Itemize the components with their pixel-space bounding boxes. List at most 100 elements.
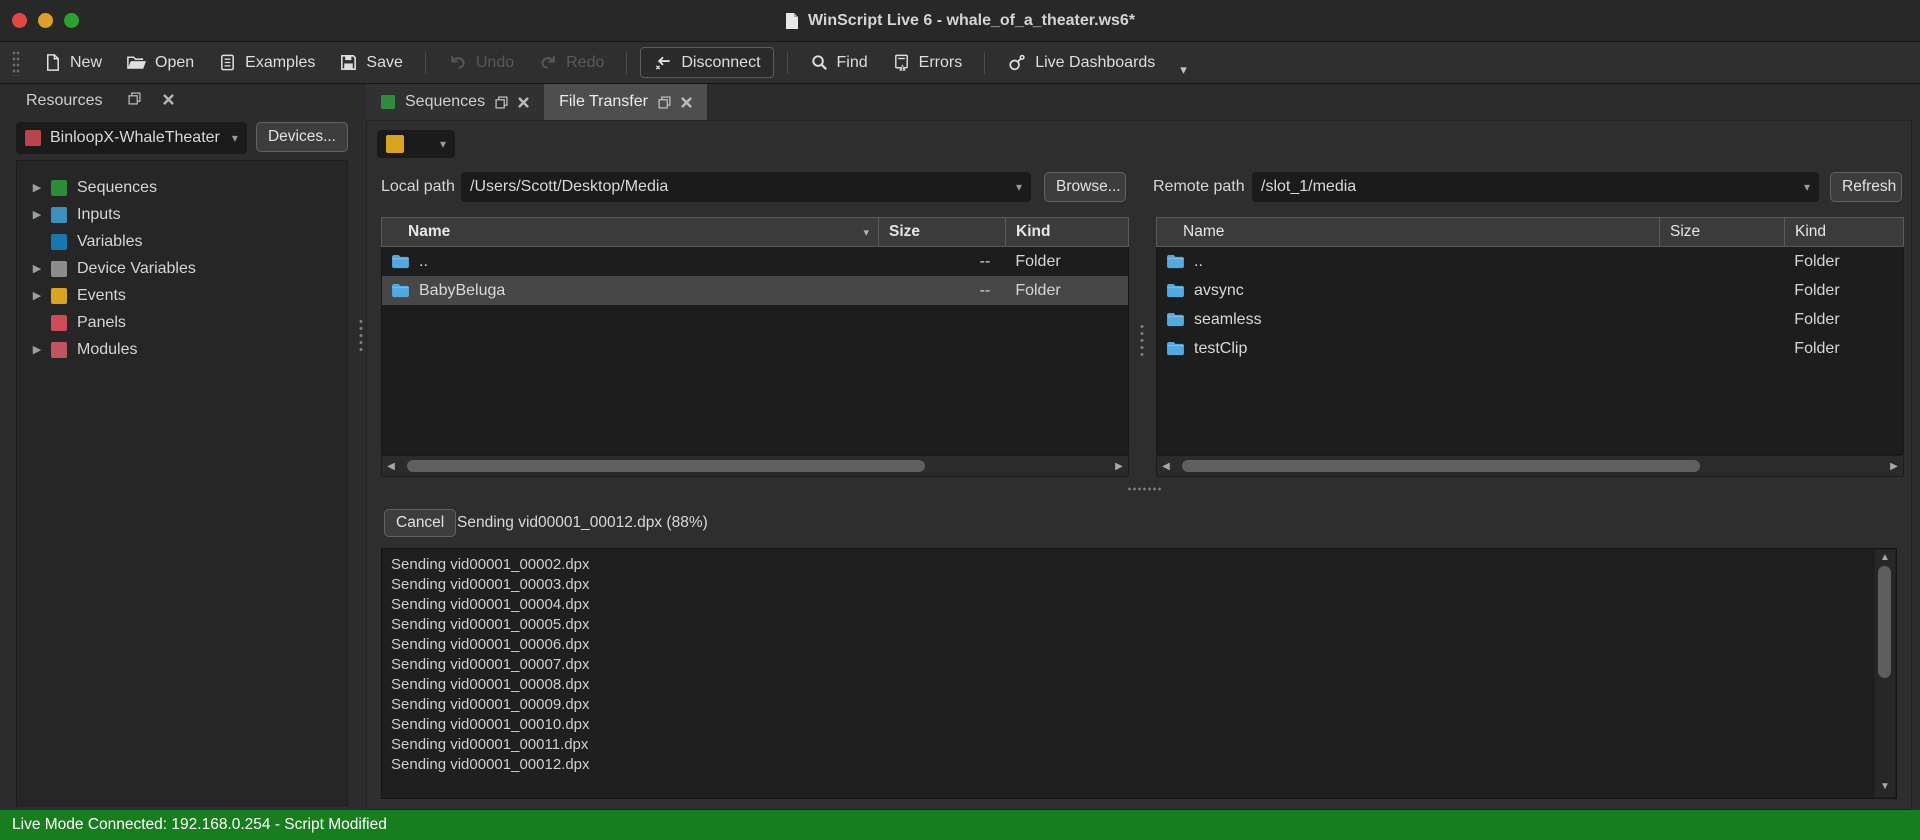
scrollbar-track — [1175, 456, 1885, 476]
file-row[interactable]: seamless Folder — [1157, 305, 1903, 334]
chevron-down-icon: ▾ — [1804, 180, 1810, 194]
file-row[interactable]: avsync Folder — [1157, 276, 1903, 305]
resource-type-icon — [51, 315, 67, 331]
file-row[interactable]: .. -- Folder — [382, 247, 1128, 276]
devices-button[interactable]: Devices... — [256, 122, 348, 152]
scroll-left-icon[interactable]: ◀ — [382, 461, 400, 472]
resources-tree-item[interactable]: ▶ Events — [17, 282, 347, 309]
redo-icon — [538, 53, 558, 72]
column-header-size[interactable]: Size — [879, 217, 1006, 247]
live-dashboards-button[interactable]: Live Dashboards — [998, 48, 1164, 77]
tab-file-transfer[interactable]: File Transfer — [544, 84, 707, 120]
resource-type-icon — [51, 342, 67, 358]
remote-path-value: /slot_1/media — [1261, 178, 1356, 196]
close-tab-icon[interactable] — [518, 97, 529, 108]
folder-icon — [391, 283, 410, 298]
browse-button[interactable]: Browse... — [1044, 172, 1126, 202]
log-line: Sending vid00001_00012.dpx — [391, 755, 1870, 775]
horizontal-splitter-handle[interactable] — [1127, 487, 1161, 491]
zoom-window-button[interactable] — [64, 13, 79, 28]
resources-tree-item[interactable]: ▶ Variables — [17, 228, 347, 255]
column-header-kind[interactable]: Kind — [1006, 217, 1129, 247]
resources-tree-item[interactable]: ▶ Panels — [17, 309, 347, 336]
expand-arrow-icon[interactable]: ▶ — [27, 343, 47, 356]
resources-tree-item-label: Variables — [77, 233, 143, 251]
save-button[interactable]: Save — [330, 48, 411, 77]
local-path-combo[interactable]: /Users/Scott/Desktop/Media ▾ — [461, 172, 1031, 202]
undo-button-label: Undo — [476, 54, 514, 72]
resources-tree-item-label: Sequences — [77, 179, 157, 197]
slot-selector[interactable]: ▾ — [377, 130, 455, 158]
log-line: Sending vid00001_00004.dpx — [391, 595, 1870, 615]
log-line: Sending vid00001_00005.dpx — [391, 615, 1870, 635]
toolbar: New Open Examples Save Undo Redo Disconn… — [0, 42, 1920, 84]
expand-arrow-icon[interactable]: ▶ — [27, 262, 47, 275]
resources-tree-item[interactable]: ▶ Inputs — [17, 201, 347, 228]
open-button[interactable]: Open — [117, 49, 203, 77]
column-header-size[interactable]: Size — [1660, 217, 1785, 247]
resources-tree-item[interactable]: ▶ Modules — [17, 336, 347, 363]
file-row[interactable]: testClip Folder — [1157, 334, 1903, 363]
open-folder-icon — [126, 54, 147, 72]
file-name: .. — [1194, 253, 1203, 271]
scroll-right-icon[interactable]: ▶ — [1885, 461, 1903, 472]
cancel-button[interactable]: Cancel — [384, 509, 456, 537]
disconnect-button[interactable]: Disconnect — [640, 47, 773, 78]
file-kind: Folder — [1784, 334, 1903, 363]
remote-horizontal-scrollbar[interactable]: ◀ ▶ — [1156, 455, 1904, 477]
scroll-left-icon[interactable]: ◀ — [1157, 461, 1175, 472]
refresh-button[interactable]: Refresh — [1830, 172, 1902, 202]
local-table-header: Name ▾ Size Kind — [381, 217, 1129, 247]
scroll-up-icon[interactable]: ▲ — [1875, 552, 1895, 566]
local-horizontal-scrollbar[interactable]: ◀ ▶ — [381, 455, 1129, 477]
toolbar-overflow-icon[interactable]: ▾ — [1180, 62, 1187, 78]
remote-file-pane: Name Size Kind .. Folder avsync Folder — [1156, 217, 1904, 477]
device-selector[interactable]: BinloopX-WhaleTheater ▾ — [16, 122, 247, 154]
examples-button[interactable]: Examples — [209, 48, 324, 77]
float-tab-icon[interactable] — [495, 96, 508, 109]
log-vertical-scrollbar[interactable]: ▲ ▼ — [1875, 550, 1895, 797]
float-tab-icon[interactable] — [658, 96, 671, 109]
sidebar-splitter-handle[interactable] — [359, 318, 363, 354]
open-button-label: Open — [155, 54, 194, 72]
local-path-value: /Users/Scott/Desktop/Media — [470, 178, 668, 196]
resources-tree-item[interactable]: ▶ Sequences — [17, 174, 347, 201]
toolbar-separator — [984, 52, 985, 74]
errors-button[interactable]: Errors — [883, 48, 972, 77]
close-tab-icon[interactable] — [681, 97, 692, 108]
file-row[interactable]: .. Folder — [1157, 247, 1903, 276]
folder-icon — [1166, 254, 1185, 269]
pane-splitter-handle[interactable] — [1140, 323, 1144, 359]
redo-button[interactable]: Redo — [529, 48, 613, 77]
resources-tree-item-label: Modules — [77, 341, 137, 359]
minimize-window-button[interactable] — [38, 13, 53, 28]
expand-arrow-icon[interactable]: ▶ — [27, 208, 47, 221]
tab-file-transfer-label: File Transfer — [559, 93, 648, 111]
remote-file-list: .. Folder avsync Folder seamless Folder — [1156, 247, 1904, 455]
toolbar-drag-handle[interactable] — [12, 50, 20, 76]
scrollbar-thumb[interactable] — [1182, 460, 1700, 472]
close-window-button[interactable] — [12, 13, 27, 28]
scrollbar-thumb[interactable] — [1878, 566, 1891, 678]
column-header-name[interactable]: Name — [1156, 217, 1660, 247]
scrollbar-thumb[interactable] — [407, 460, 925, 472]
remote-path-combo[interactable]: /slot_1/media ▾ — [1252, 172, 1819, 202]
float-panel-icon[interactable] — [128, 92, 141, 110]
scroll-right-icon[interactable]: ▶ — [1110, 461, 1128, 472]
column-header-name-label: Name — [408, 223, 450, 241]
find-button[interactable]: Find — [801, 48, 877, 77]
column-header-name[interactable]: Name ▾ — [381, 217, 879, 247]
errors-warning-icon — [892, 53, 911, 72]
close-panel-icon[interactable] — [163, 92, 174, 110]
new-button[interactable]: New — [34, 48, 111, 77]
save-button-label: Save — [366, 54, 402, 72]
file-kind: Folder — [1784, 305, 1903, 334]
resources-tree-item[interactable]: ▶ Device Variables — [17, 255, 347, 282]
undo-button[interactable]: Undo — [439, 48, 523, 77]
file-row[interactable]: BabyBeluga -- Folder — [382, 276, 1128, 305]
expand-arrow-icon[interactable]: ▶ — [27, 181, 47, 194]
column-header-kind[interactable]: Kind — [1785, 217, 1904, 247]
tab-sequences[interactable]: Sequences — [366, 84, 544, 120]
expand-arrow-icon[interactable]: ▶ — [27, 289, 47, 302]
scroll-down-icon[interactable]: ▼ — [1875, 781, 1895, 795]
